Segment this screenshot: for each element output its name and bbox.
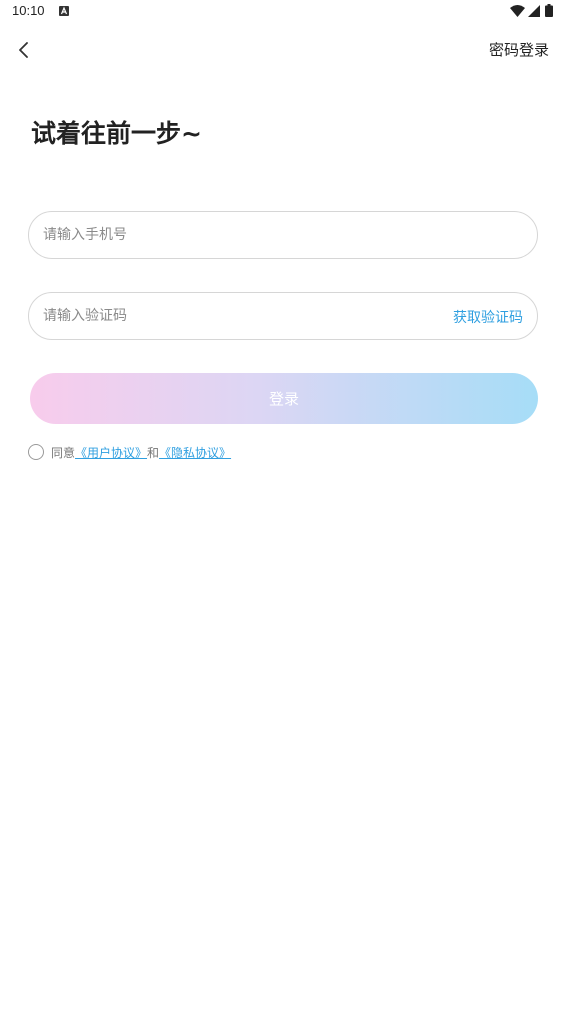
a-box-icon [59,6,69,16]
phone-input[interactable] [43,212,513,258]
phone-field [28,211,538,259]
agreement-connector: 和 [147,445,160,460]
get-code-button[interactable]: 获取验证码 [453,307,523,327]
wifi-icon [510,5,525,17]
status-time: 10:10 [12,3,45,18]
user-agreement-link[interactable]: 《用户协议》 [75,444,147,461]
agree-checkbox[interactable] [28,444,44,460]
code-input[interactable] [43,293,423,339]
agreement-prefix: 同意 [51,445,76,460]
privacy-agreement-link[interactable]: 《隐私协议》 [159,444,231,461]
back-button[interactable] [10,36,38,64]
password-login-link[interactable]: 密码登录 [489,39,549,60]
code-field: 获取验证码 [28,292,538,340]
chevron-left-icon [19,42,28,58]
agreement-row: 同意 《用户协议》 和 《隐私协议》 [28,442,231,462]
login-button[interactable]: 登录 [30,373,538,424]
page-title: 试着往前一步~ [31,119,202,148]
status-bar: 10:10 [0,0,568,24]
signal-icon [528,5,540,17]
battery-icon [545,4,553,17]
